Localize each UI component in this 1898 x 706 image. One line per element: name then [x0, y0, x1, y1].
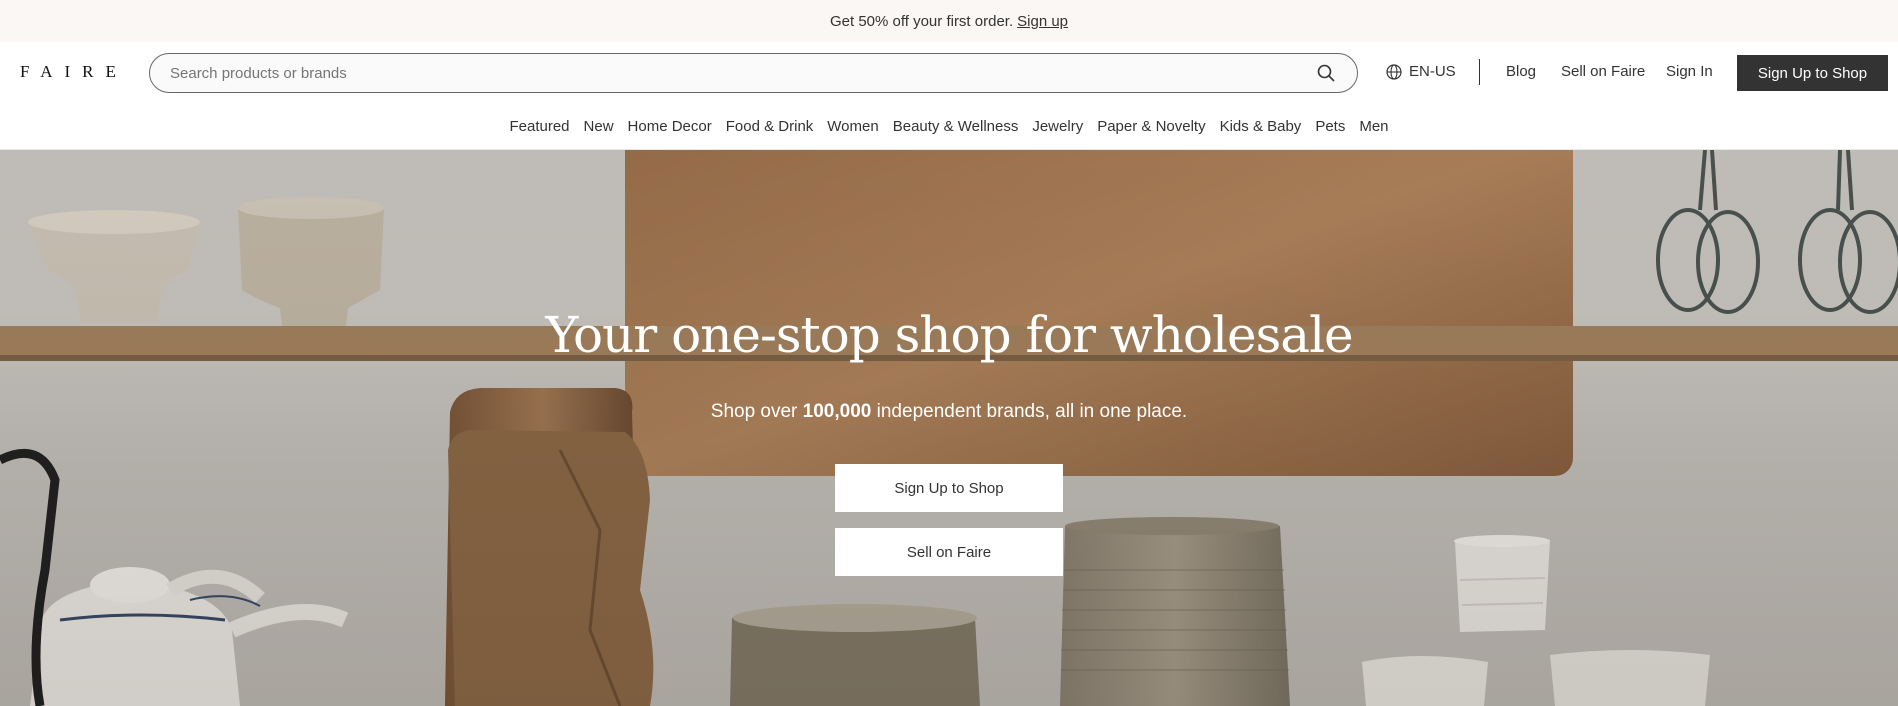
sign-in-link[interactable]: Sign In — [1666, 63, 1713, 80]
category-paper-novelty[interactable]: Paper & Novelty — [1097, 118, 1205, 135]
hero-subtitle-pre: Shop over — [710, 401, 798, 422]
language-selector[interactable]: EN-US — [1386, 63, 1456, 80]
hero-sign-up-to-shop-button[interactable]: Sign Up to Shop — [835, 464, 1063, 512]
category-pets[interactable]: Pets — [1315, 118, 1345, 135]
sell-on-faire-link[interactable]: Sell on Faire — [1561, 63, 1645, 80]
category-men[interactable]: Men — [1359, 118, 1388, 135]
hero-subtitle: Shop over 100,000 independent brands, al… — [0, 401, 1898, 423]
search-input[interactable] — [170, 64, 1315, 82]
promo-banner: Get 50% off your first order. Sign up — [0, 0, 1898, 42]
category-jewelry[interactable]: Jewelry — [1032, 118, 1083, 135]
header: FAIRE EN-US Blog Sell on Faire Sign In S… — [0, 42, 1898, 104]
category-new[interactable]: New — [584, 118, 614, 135]
promo-signup-link[interactable]: Sign up — [1017, 13, 1068, 30]
globe-icon — [1386, 63, 1402, 80]
hero-section: Your one-stop shop for wholesale Shop ov… — [0, 150, 1898, 706]
blog-link[interactable]: Blog — [1506, 63, 1536, 80]
search-bar[interactable] — [149, 53, 1358, 93]
hero-title: Your one-stop shop for wholesale — [545, 306, 1353, 364]
promo-text: Get 50% off your first order. — [829, 12, 1014, 30]
language-label: EN-US — [1409, 63, 1456, 80]
hero-brand-count: 100,000 — [802, 401, 872, 422]
category-women[interactable]: Women — [827, 118, 878, 135]
hero-subtitle-post: independent brands, all in one place. — [876, 401, 1188, 422]
sign-up-to-shop-button[interactable]: Sign Up to Shop — [1737, 55, 1888, 91]
header-divider — [1479, 59, 1480, 85]
category-beauty-wellness[interactable]: Beauty & Wellness — [893, 118, 1019, 135]
category-featured[interactable]: Featured — [509, 118, 569, 135]
hero-sell-on-faire-button[interactable]: Sell on Faire — [835, 528, 1063, 576]
category-kids-baby[interactable]: Kids & Baby — [1220, 118, 1302, 135]
category-nav: Featured New Home Decor Food & Drink Wom… — [0, 104, 1898, 150]
search-icon[interactable] — [1315, 62, 1337, 84]
category-home-decor[interactable]: Home Decor — [628, 118, 712, 135]
hero-background-image — [0, 150, 1898, 706]
category-food-drink[interactable]: Food & Drink — [726, 118, 814, 135]
logo[interactable]: FAIRE — [20, 62, 128, 82]
